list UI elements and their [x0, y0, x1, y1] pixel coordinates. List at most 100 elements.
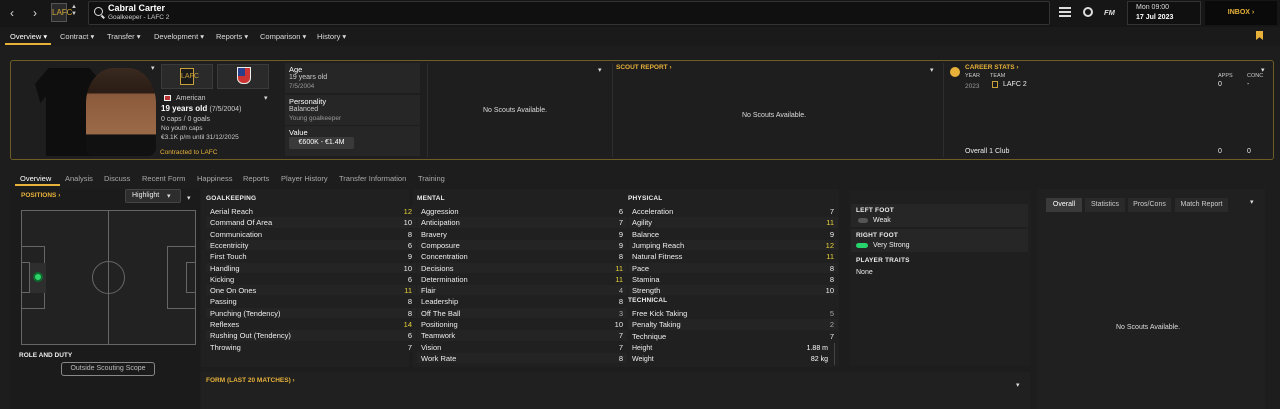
tab-statistics[interactable]: Statistics — [1085, 198, 1125, 212]
attribute-name[interactable]: Leadership — [421, 297, 458, 306]
subtab-player-history[interactable]: Player History — [281, 174, 328, 183]
attribute-value: 7 — [618, 342, 623, 352]
attribute-name[interactable]: Flair — [421, 286, 436, 295]
tab-overall[interactable]: Overall — [1046, 198, 1082, 212]
menu-contract[interactable]: Contract ▾ — [60, 32, 94, 41]
attribute-name[interactable]: Aggression — [421, 207, 459, 216]
attribute-value: 9 — [618, 240, 623, 250]
search-bar[interactable] — [88, 1, 1050, 25]
attribute-name[interactable]: Jumping Reach — [632, 241, 684, 250]
tab-pros-cons[interactable]: Pros/Cons — [1128, 198, 1171, 212]
menu-comparison[interactable]: Comparison ▾ — [260, 32, 306, 41]
age-value: 19 years old — [289, 74, 328, 81]
career-stats-link[interactable]: CAREER STATS › — [965, 64, 1019, 71]
attribute-name[interactable]: Natural Fitness — [632, 252, 682, 261]
subtab-reports[interactable]: Reports — [243, 174, 269, 183]
menu-history[interactable]: History ▾ — [317, 32, 346, 41]
attribute-name[interactable]: Throwing — [210, 343, 241, 352]
attribute-name[interactable]: Teamwork — [421, 331, 455, 340]
subtab-happiness[interactable]: Happiness — [197, 174, 232, 183]
attribute-name[interactable]: Reflexes — [210, 320, 239, 329]
attribute-name[interactable]: Free Kick Taking — [632, 309, 687, 318]
outside-scouting-button[interactable]: Outside Scouting Scope — [61, 362, 155, 376]
contract-status[interactable]: Contracted to LAFC — [160, 149, 217, 156]
scouts-dropdown-icon[interactable]: ▾ — [598, 66, 602, 74]
attribute-name[interactable]: Agility — [632, 218, 652, 227]
tab-match-report[interactable]: Match Report — [1175, 198, 1228, 212]
attribute-name[interactable]: Anticipation — [421, 218, 460, 227]
attribute-name[interactable]: Punching (Tendency) — [210, 309, 280, 318]
team-crest-icon — [992, 81, 998, 88]
subtab-training[interactable]: Training — [418, 174, 445, 183]
height-label: Height — [632, 345, 653, 352]
attribute-name[interactable]: Concentration — [421, 252, 468, 261]
attribute-row — [417, 341, 627, 352]
attribute-name[interactable]: Communication — [210, 230, 262, 239]
globe-icon[interactable] — [1083, 7, 1093, 17]
attribute-name[interactable]: First Touch — [210, 252, 247, 261]
attribute-name[interactable]: Rushing Out (Tendency) — [210, 331, 291, 340]
attribute-name[interactable]: Off The Ball — [421, 309, 460, 318]
form-dropdown-icon[interactable]: ▾ — [1016, 381, 1020, 389]
attribute-name[interactable]: Positioning — [421, 320, 458, 329]
nationality-dropdown-icon[interactable]: ▾ — [264, 94, 268, 102]
menu-reports[interactable]: Reports ▾ — [216, 32, 248, 41]
attribute-name[interactable]: Handling — [210, 264, 240, 273]
menu-development[interactable]: Development ▾ — [154, 32, 204, 41]
subtab-discuss[interactable]: Discuss — [104, 174, 130, 183]
personality-note: Young goalkeeper — [289, 115, 342, 122]
row-team[interactable]: LAFC 2 — [1003, 81, 1027, 88]
attribute-value: 8 — [829, 263, 834, 273]
attribute-name[interactable]: Aerial Reach — [210, 207, 253, 216]
attribute-name[interactable]: Technique — [632, 332, 666, 341]
attribute-name[interactable]: Balance — [632, 230, 659, 239]
attribute-name[interactable]: Command Of Area — [210, 218, 272, 227]
attribute-name[interactable]: Penalty Taking — [632, 320, 681, 329]
age-dob: 7/5/2004 — [289, 83, 315, 90]
goalkeeper-position-dot[interactable] — [33, 272, 43, 282]
attribute-name[interactable]: Acceleration — [632, 207, 673, 216]
fm-logo-icon[interactable]: FM — [1104, 8, 1115, 17]
club-badge-icon[interactable]: LAFC — [51, 3, 72, 22]
forward-arrow-icon[interactable]: › — [28, 6, 42, 20]
menu-transfer[interactable]: Transfer ▾ — [107, 32, 141, 41]
photo-dropdown-icon[interactable]: ▾ — [151, 64, 155, 72]
subtab-analysis[interactable]: Analysis — [65, 174, 93, 183]
attribute-name[interactable]: Kicking — [210, 275, 234, 284]
attribute-name[interactable]: One On Ones — [210, 286, 256, 295]
attribute-name[interactable]: Passing — [210, 297, 237, 306]
attribute-name[interactable]: Determination — [421, 275, 468, 284]
attribute-name[interactable]: Bravery — [421, 230, 447, 239]
menu-overview[interactable]: Overview ▾ — [10, 32, 47, 41]
value-range-pill[interactable]: €600K - €1.4M — [289, 137, 354, 149]
right-panel-dropdown-icon[interactable]: ▾ — [1250, 198, 1254, 206]
no-scouts-text-2: No Scouts Available. — [742, 112, 807, 119]
attribute-name[interactable]: Pace — [632, 264, 649, 273]
scout-report-dropdown-icon[interactable]: ▾ — [930, 66, 934, 74]
attribute-value: 7 — [829, 331, 834, 341]
attribute-value: 7 — [618, 331, 623, 341]
attribute-name[interactable]: Stamina — [632, 275, 660, 284]
back-arrow-icon[interactable]: ‹ — [5, 6, 19, 20]
subtab-overview[interactable]: Overview — [20, 174, 51, 183]
attribute-value: 12 — [403, 207, 412, 216]
positions-link[interactable]: POSITIONS › — [21, 192, 60, 199]
attribute-name[interactable]: Decisions — [421, 264, 454, 273]
scout-report-link[interactable]: SCOUT REPORT › — [616, 64, 672, 71]
attribute-name[interactable]: Eccentricity — [210, 241, 248, 250]
attribute-name[interactable]: Composure — [421, 241, 460, 250]
subtab-underline — [15, 184, 60, 186]
attribute-name[interactable]: Work Rate — [421, 354, 456, 363]
subtab-recent-form[interactable]: Recent Form — [142, 174, 185, 183]
form-link[interactable]: FORM (LAST 20 MATCHES) › — [206, 377, 295, 384]
subtab-transfer-information[interactable]: Transfer Information — [339, 174, 406, 183]
search-icon[interactable] — [94, 7, 103, 16]
left-boot-icon — [858, 218, 868, 223]
attribute-name[interactable]: Vision — [421, 343, 441, 352]
inbox-button[interactable]: INBOX › — [1205, 1, 1277, 25]
up-down-arrows-icon[interactable]: ▲ ▼ — [71, 4, 77, 18]
attribute-name[interactable]: Strength — [632, 286, 660, 295]
menu-icon[interactable] — [1059, 6, 1071, 19]
career-dropdown-icon[interactable]: ▾ — [1261, 66, 1265, 74]
positions-dropdown-icon[interactable]: ▾ — [187, 194, 191, 202]
